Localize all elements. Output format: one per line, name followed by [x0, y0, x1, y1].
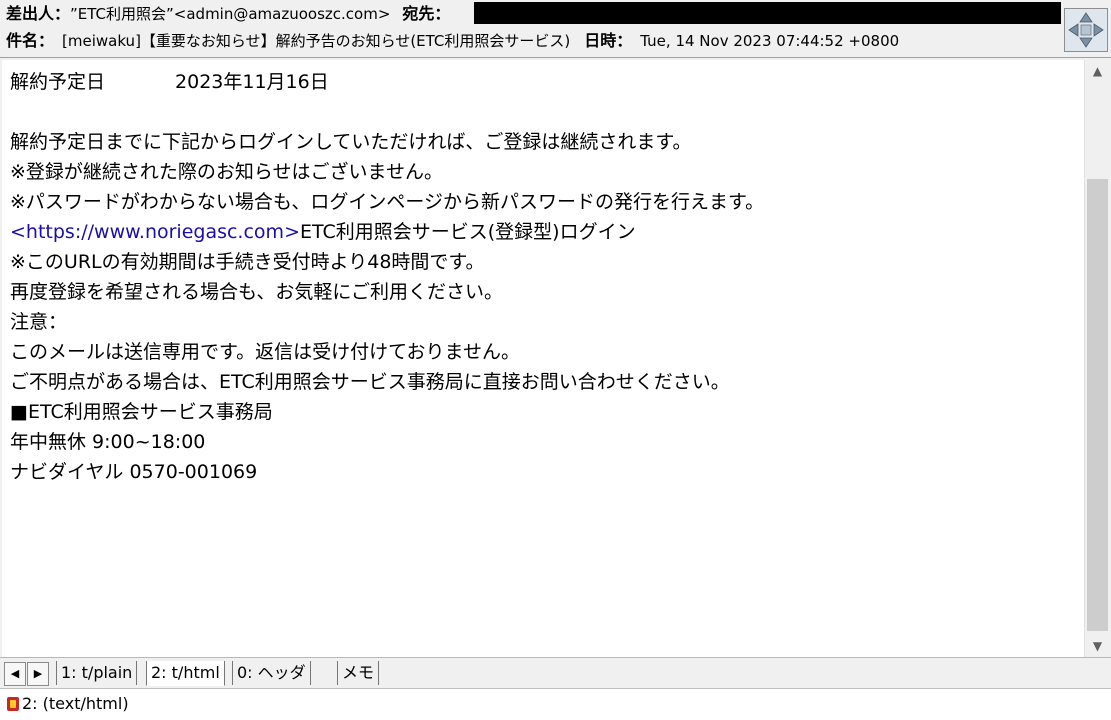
login-link-line: <https://www.noriegasc.com>ETC利用照会サービス(登… — [10, 217, 636, 247]
pane-navigation-widget[interactable] — [1064, 8, 1108, 52]
tab-memo[interactable]: メモ — [337, 661, 380, 685]
status-bar: 2: (text/html) — [0, 688, 1111, 720]
body-text-line: ■ETC利用照会サービス事務局 — [10, 401, 273, 423]
tab-scroll-left-button[interactable]: ◀ — [4, 662, 26, 686]
body-text-line: このメールは送信専用です。返信は受け付けておりません。 — [10, 341, 520, 363]
from-label: 差出人： — [6, 4, 63, 23]
link-text: ETC利用照会サービス(登録型)ログイン — [299, 221, 636, 243]
body-text-line: 解約予定日までに下記からログインしていただければ、ご登録は継続されます。 — [10, 131, 692, 153]
cancel-date-value: 2023年11月16日 — [175, 71, 329, 93]
html-part-icon — [7, 697, 19, 711]
body-text-line: ※パスワードがわからない場合も、ログインページから新パスワードの発行を行えます。 — [10, 191, 765, 213]
body-text-line: ナビダイヤル 0570-001069 — [10, 461, 258, 483]
status-text: 2: (text/html) — [22, 694, 129, 713]
tab-text-plain[interactable]: 1: t/plain — [56, 661, 138, 685]
link-open-bracket: < — [10, 221, 26, 243]
subject-row: 件名： [meiwaku]【重要なお知らせ】解約予告のお知らせ(ETC利用照会サー… — [6, 28, 899, 54]
body-text-line: 再度登録を希望される場合も、お気軽にご利用ください。 — [10, 281, 504, 303]
scroll-down-button[interactable]: ▼ — [1085, 635, 1110, 657]
date-label: 日時： — [584, 31, 633, 50]
link-close-bracket: > — [284, 221, 300, 243]
body-text-line: 注意： — [10, 311, 68, 333]
four-way-arrow-icon — [1068, 12, 1104, 48]
scroll-thumb[interactable] — [1087, 179, 1108, 631]
body-text-line: ※このURLの有効期間は手続き受付時より48時間です。 — [10, 251, 485, 273]
subject-value: [meiwaku]【重要なお知らせ】解約予告のお知らせ(ETC利用照会サービス) — [62, 32, 571, 50]
body-text-line: ※登録が継続された際のお知らせはございません。 — [10, 161, 443, 183]
header-divider — [0, 57, 1111, 58]
from-row: 差出人： ”ETC利用照会”<admin@amazuooszc.com> 宛先： — [6, 1, 450, 27]
date-value: Tue, 14 Nov 2023 07:44:52 +0800 — [640, 32, 900, 50]
phishing-link[interactable]: https://www.noriegasc.com — [26, 221, 284, 243]
message-body[interactable]: 解約予定日 2023年11月16日 解約予定日までに下記からログインしていただけれ… — [2, 60, 1084, 657]
subject-label: 件名： — [6, 31, 55, 50]
scroll-up-button[interactable]: ▲ — [1085, 60, 1110, 82]
to-label: 宛先： — [402, 4, 451, 23]
redacted-recipient — [474, 2, 1061, 24]
from-value[interactable]: ”ETC利用照会”<admin@amazuooszc.com> — [70, 5, 390, 23]
cancel-date-line: 解約予定日 2023年11月16日 — [10, 67, 329, 97]
body-text-line: ご不明点がある場合は、ETC利用照会サービス事務局に直接お問い合わせください。 — [10, 371, 730, 393]
body-text-line: 年中無休 9:00~18:00 — [10, 431, 206, 453]
part-tab-bar: ◀ ▶ 1: t/plain 2: t/html 0: ヘッダ メモ — [0, 657, 1111, 688]
tab-text-html[interactable]: 2: t/html — [146, 661, 225, 686]
vertical-scrollbar[interactable]: ▲ ▼ — [1084, 60, 1110, 657]
cancel-date-label: 解約予定日 — [10, 71, 106, 93]
tab-scroll-right-button[interactable]: ▶ — [27, 662, 49, 686]
tab-headers[interactable]: 0: ヘッダ — [232, 661, 311, 685]
message-header: 差出人： ”ETC利用照会”<admin@amazuooszc.com> 宛先： 件… — [0, 0, 1111, 58]
